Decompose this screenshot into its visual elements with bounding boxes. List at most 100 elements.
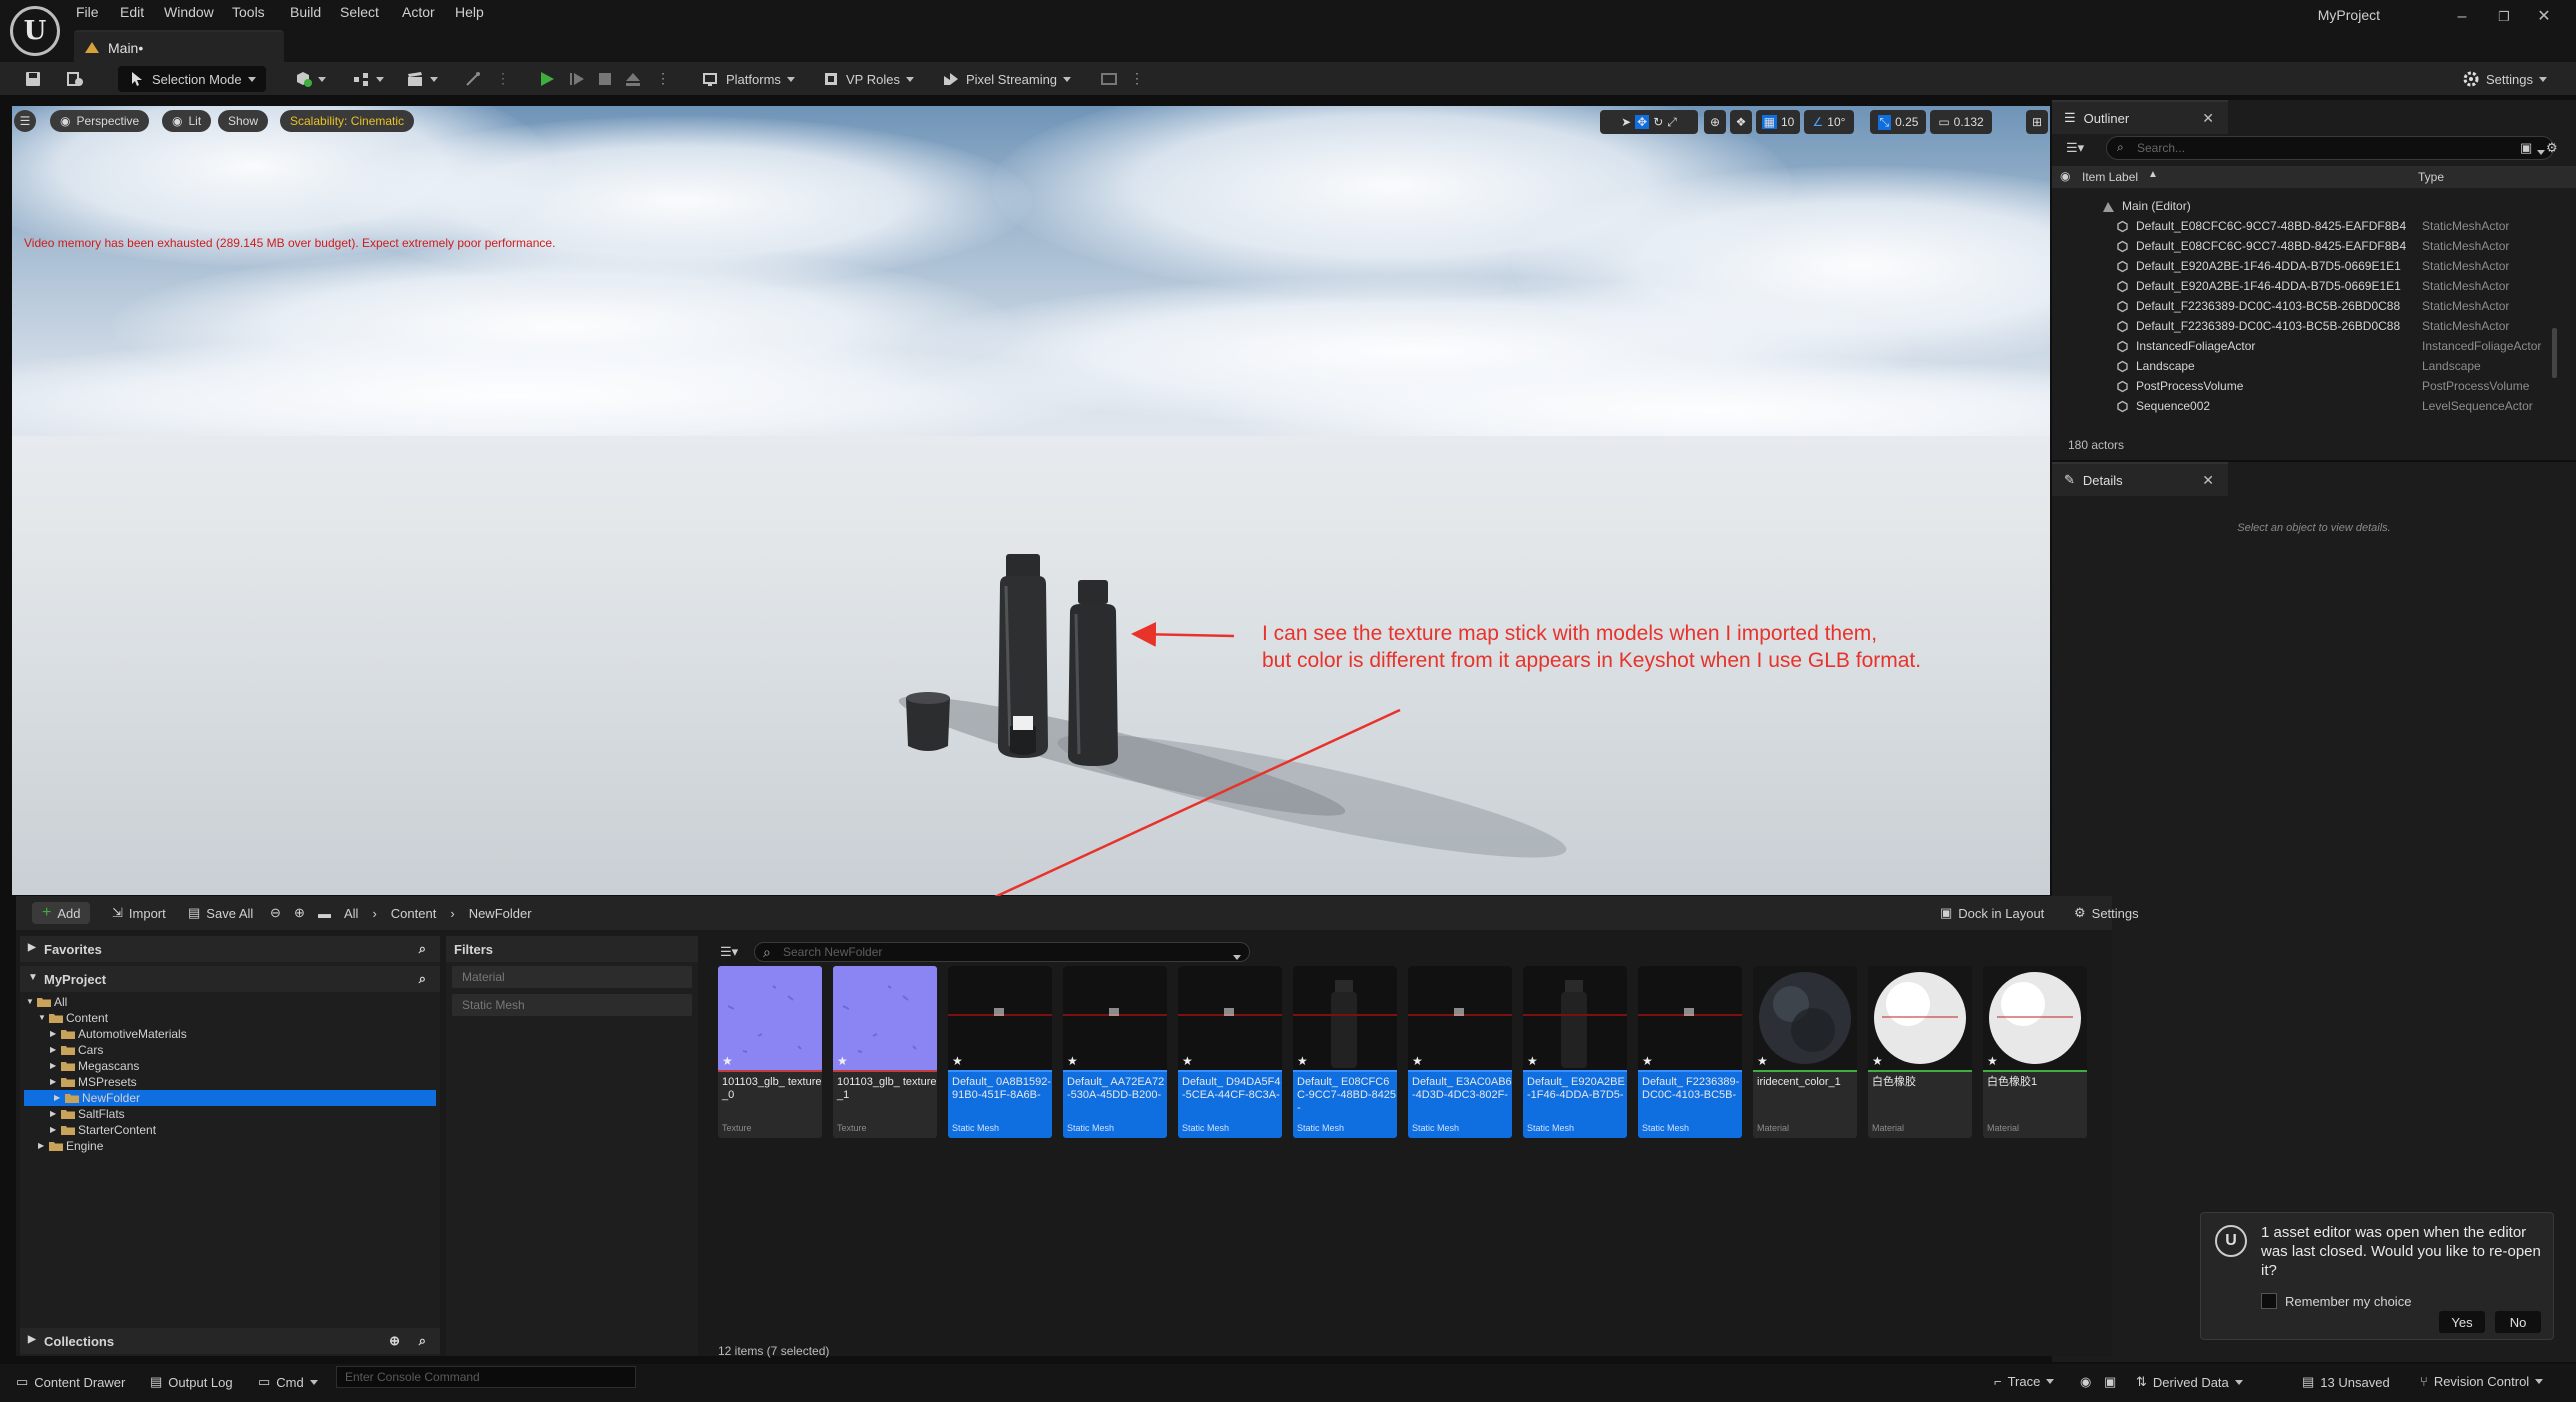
favorite-star-icon[interactable]: ★ bbox=[1527, 1054, 1538, 1068]
play-options-icon[interactable]: ⋮ bbox=[656, 70, 670, 87]
add-folder-icon[interactable]: ▣ bbox=[2520, 140, 2532, 156]
close-icon[interactable]: ✕ bbox=[2202, 110, 2214, 127]
filter-icon[interactable]: ☰▾ bbox=[720, 944, 738, 960]
menu-build[interactable]: Build bbox=[290, 4, 321, 20]
favorite-star-icon[interactable]: ★ bbox=[1182, 1054, 1193, 1068]
dock-in-layout-button[interactable]: ▣ Dock in Layout bbox=[1940, 902, 2044, 924]
minimize-icon[interactable]: – bbox=[2454, 9, 2470, 25]
close-icon[interactable]: ✕ bbox=[2202, 472, 2214, 489]
favorites-header[interactable]: ▶ Favorites ⌕ bbox=[20, 936, 440, 962]
outliner-row[interactable]: Default_E920A2BE-1F46-4DDA-B7D5-0669E1E1… bbox=[2052, 276, 2572, 296]
tab-details[interactable]: ✎ Details ✕ bbox=[2052, 462, 2228, 496]
menu-file[interactable]: File bbox=[76, 4, 99, 20]
folder-tree-item[interactable]: ▶ MSPresets bbox=[20, 1074, 440, 1090]
save-all-button[interactable]: ▤ Save All bbox=[188, 902, 253, 924]
derived-data-dropdown[interactable]: ⇅ Derived Data bbox=[2136, 1374, 2243, 1390]
screenshot-icon[interactable]: ▣ bbox=[2104, 1374, 2116, 1390]
chevron-down-icon[interactable]: ▼ bbox=[38, 1013, 46, 1022]
favorite-star-icon[interactable]: ★ bbox=[1297, 1054, 1308, 1068]
toolbar-more-icon[interactable]: ⋮ bbox=[1130, 70, 1144, 87]
myproject-header[interactable]: ▼ MyProject ⌕ bbox=[20, 966, 440, 992]
show-button[interactable]: Show bbox=[218, 110, 269, 132]
menu-tools[interactable]: Tools bbox=[232, 4, 265, 20]
select-tool-icon[interactable]: ➤ bbox=[1621, 115, 1631, 129]
stop-button[interactable] bbox=[596, 66, 614, 92]
folder-tree-item[interactable]: ▶ SaltFlats bbox=[20, 1106, 440, 1122]
search-icon[interactable]: ⌕ bbox=[419, 971, 426, 987]
breadcrumb-content[interactable]: Content bbox=[391, 906, 437, 921]
browser-settings-button[interactable]: ⚙ Settings bbox=[2074, 902, 2139, 924]
chevron-right-icon[interactable]: ▶ bbox=[50, 1077, 56, 1086]
move-tool-icon[interactable]: ✥ bbox=[1635, 115, 1650, 129]
asset-tile[interactable]: ★ 白色橡胶 Material bbox=[1868, 966, 1972, 1138]
chevron-down-icon[interactable]: ▼ bbox=[26, 997, 34, 1006]
modes-button[interactable] bbox=[464, 66, 482, 92]
save-level-button[interactable] bbox=[24, 66, 42, 92]
asset-tile[interactable]: ★ 白色橡胶1 Material bbox=[1983, 966, 2087, 1138]
rotate-tool-icon[interactable]: ↻ bbox=[1653, 115, 1663, 129]
remember-choice-checkbox[interactable]: Remember my choice bbox=[2261, 1293, 2411, 1309]
folder-tree-item[interactable]: ▶ Cars bbox=[20, 1042, 440, 1058]
level-viewport[interactable]: ☰ ◉ Perspective ◉ Lit Show Scalability: Ci… bbox=[12, 106, 2050, 895]
cinematics-button[interactable] bbox=[406, 66, 438, 92]
settings-dropdown[interactable]: Settings bbox=[2462, 66, 2547, 92]
visibility-icon[interactable]: ◉ bbox=[2060, 169, 2070, 183]
asset-tile[interactable]: ★ Default_ E08CFC6C-9CC7-48BD-8425- Static… bbox=[1293, 966, 1397, 1138]
viewport-layout-button[interactable]: ⊞ bbox=[2026, 110, 2048, 134]
history-forward-button[interactable]: ⊕ bbox=[294, 902, 305, 924]
item-label-column[interactable]: Item Label bbox=[2082, 170, 2138, 184]
outliner-row[interactable]: Sequence002 LevelSequenceActor bbox=[2052, 396, 2572, 416]
menu-window[interactable]: Window bbox=[164, 4, 214, 20]
vp-roles-dropdown[interactable]: VP Roles bbox=[822, 66, 914, 92]
selection-mode-dropdown[interactable]: Selection Mode bbox=[118, 66, 266, 92]
perspective-button[interactable]: ◉ Perspective bbox=[50, 110, 150, 132]
favorite-star-icon[interactable]: ★ bbox=[1067, 1054, 1078, 1068]
cmd-dropdown[interactable]: ▭ Cmd bbox=[258, 1374, 318, 1390]
outliner-row[interactable]: Default_E920A2BE-1F46-4DDA-B7D5-0669E1E1… bbox=[2052, 256, 2572, 276]
breadcrumb-newfolder[interactable]: NewFolder bbox=[469, 906, 532, 921]
filter-material[interactable]: Material bbox=[452, 966, 692, 988]
add-collection-icon[interactable]: ⊕ bbox=[389, 1333, 400, 1349]
outliner-row[interactable]: Default_F2236389-DC0C-4103-BC5B-26BD0C88… bbox=[2052, 296, 2572, 316]
platforms-dropdown[interactable]: Platforms bbox=[702, 66, 795, 92]
revision-control-dropdown[interactable]: ⑂ Revision Control bbox=[2420, 1374, 2544, 1389]
chevron-right-icon[interactable]: ▶ bbox=[50, 1029, 56, 1038]
chevron-right-icon[interactable]: ▶ bbox=[50, 1109, 56, 1118]
view-mode-button[interactable]: ◉ Lit bbox=[162, 110, 212, 132]
asset-tile[interactable]: ★ 101103_glb_ texture_1 Texture bbox=[833, 966, 937, 1138]
menu-edit[interactable]: Edit bbox=[120, 4, 144, 20]
tab-outliner[interactable]: ☰ Outliner ✕ bbox=[2052, 100, 2228, 134]
unreal-logo-icon[interactable]: U bbox=[10, 6, 60, 56]
favorite-star-icon[interactable]: ★ bbox=[1872, 1054, 1883, 1068]
surface-snap-toggle[interactable]: ❖ bbox=[1730, 110, 1752, 134]
add-button[interactable]: + Add bbox=[32, 902, 91, 924]
favorite-star-icon[interactable]: ★ bbox=[1642, 1054, 1653, 1068]
eject-button[interactable] bbox=[624, 66, 642, 92]
render-queue-button[interactable] bbox=[1100, 66, 1118, 92]
outliner-row[interactable]: PostProcessVolume PostProcessVolume bbox=[2052, 376, 2572, 396]
import-button[interactable]: ⇲ Import bbox=[112, 902, 166, 924]
rotation-snap-dropdown[interactable]: ∠ 10° bbox=[1804, 110, 1854, 134]
scale-snap-dropdown[interactable]: ⤡ 0.25 bbox=[1870, 110, 1926, 134]
outliner-scrollbar[interactable] bbox=[2552, 328, 2557, 378]
folder-tree-item[interactable]: ▶ StarterContent bbox=[20, 1122, 440, 1138]
outliner-row[interactable]: Default_E08CFC6C-9CC7-48BD-8425-EAFDF8B4… bbox=[2052, 236, 2572, 256]
unsaved-button[interactable]: ▤ 13 Unsaved bbox=[2302, 1374, 2390, 1390]
favorite-star-icon[interactable]: ★ bbox=[1412, 1054, 1423, 1068]
no-button[interactable]: No bbox=[2495, 1311, 2541, 1333]
checkbox-box[interactable] bbox=[2261, 1293, 2277, 1309]
outliner-root-row[interactable]: Main (Editor) bbox=[2052, 196, 2572, 216]
world-local-toggle[interactable]: ⊕ bbox=[1704, 110, 1726, 134]
asset-tile[interactable]: ★ iridecent_color_1 Material bbox=[1753, 966, 1857, 1138]
outliner-search-input[interactable]: ⌕ Search... bbox=[2106, 136, 2554, 160]
menu-select[interactable]: Select bbox=[340, 4, 379, 20]
console-input[interactable]: Enter Console Command bbox=[336, 1366, 636, 1388]
asset-tile[interactable]: ★ Default_ E920A2BE-1F46-4DDA-B7D5- Static… bbox=[1523, 966, 1627, 1138]
asset-tile[interactable]: ★ Default_ AA72EA72-530A-45DD-B200- Static… bbox=[1063, 966, 1167, 1138]
tab-main-level[interactable]: Main• bbox=[74, 30, 284, 62]
type-column[interactable]: Type bbox=[2418, 170, 2444, 184]
search-icon[interactable]: ⌕ bbox=[419, 1333, 426, 1349]
favorite-star-icon[interactable]: ★ bbox=[1987, 1054, 1998, 1068]
chevron-down-icon[interactable] bbox=[2537, 150, 2545, 155]
search-icon[interactable]: ⌕ bbox=[419, 941, 426, 957]
